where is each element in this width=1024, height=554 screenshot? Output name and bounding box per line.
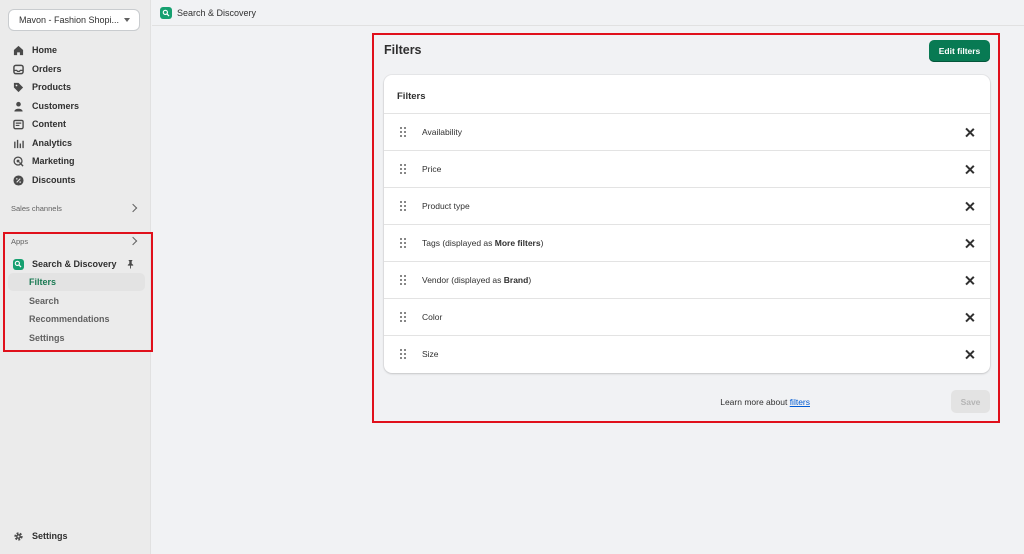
orders-icon: [12, 63, 24, 75]
discount-icon: [12, 174, 24, 186]
nav-item-label: Customers: [32, 101, 80, 111]
tag-icon: [12, 81, 24, 93]
nav-item-discounts[interactable]: Discounts: [8, 171, 145, 189]
store-selector[interactable]: Mavon - Fashion Shopi...: [8, 9, 140, 31]
nav-item-label: Settings: [32, 531, 68, 541]
nav-item-settings[interactable]: Settings: [8, 527, 145, 545]
sales-channels-label[interactable]: Sales channels: [11, 204, 62, 213]
nav-item-label: Analytics: [32, 138, 73, 148]
nav-item-label: Orders: [32, 64, 62, 74]
app-title: Search & Discovery: [177, 7, 257, 18]
gear-icon: [12, 530, 24, 542]
nav-item-products[interactable]: Products: [8, 78, 145, 96]
marketing-icon: [12, 155, 24, 167]
home-icon: [12, 44, 24, 56]
nav-item-orders[interactable]: Orders: [8, 60, 145, 78]
nav-item-label: Discounts: [32, 175, 76, 185]
nav-item-label: Content: [32, 119, 66, 129]
analytics-icon: [12, 137, 24, 149]
nav-item-customers[interactable]: Customers: [8, 97, 145, 115]
nav-item-marketing[interactable]: Marketing: [8, 152, 145, 170]
nav-item-home[interactable]: Home: [8, 41, 145, 59]
nav-item-analytics[interactable]: Analytics: [8, 134, 145, 152]
store-name: Mavon - Fashion Shopi...: [19, 15, 120, 25]
nav-item-content[interactable]: Content: [8, 115, 145, 133]
highlight-annotation: [3, 232, 153, 352]
app-icon: [160, 6, 172, 19]
nav-item-label: Home: [32, 45, 58, 55]
breadcrumb: Search & Discovery: [152, 0, 1024, 26]
person-icon: [12, 100, 24, 112]
nav-item-label: Marketing: [32, 156, 75, 166]
highlight-annotation: [372, 33, 1000, 423]
content-icon: [12, 118, 24, 130]
chevron-down-icon: [124, 18, 130, 22]
nav-item-label: Products: [32, 82, 72, 92]
chevron-right-icon[interactable]: [128, 203, 138, 213]
